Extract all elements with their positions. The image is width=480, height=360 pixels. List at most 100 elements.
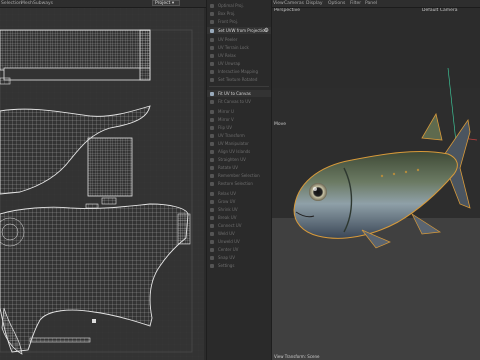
tool-label: Straighten UV [218,157,246,162]
flip-icon [210,125,214,130]
restore-icon [210,181,214,186]
tool-align-uv-islands[interactable]: Align UV Islands [207,148,271,155]
tool-mirror-u[interactable]: Mirror U [207,108,271,115]
fit-canvas-icon [210,99,214,104]
tool-rotate-uv[interactable]: Rotate UV [207,164,271,171]
transform-icon [210,133,214,138]
tool-uv-unwrap[interactable]: UV Unwrap [207,60,271,67]
tool-label: Relax UV [218,191,236,196]
tool-label: Center UV [218,247,239,252]
tool-center-uv[interactable]: Center UV [207,246,271,253]
box-icon [210,11,214,16]
settings-icon [210,263,214,268]
tool-interactive-mapping[interactable]: Interactive Mapping [207,68,271,75]
uv-island-rect [87,137,133,197]
tool-shrink-uv[interactable]: Shrink UV [207,206,271,213]
unweld-icon [210,239,214,244]
tool-box-projection[interactable]: Box Proj. [207,10,271,17]
tool-uv-peeler[interactable]: UV Peeler [207,36,271,43]
remember-icon [210,173,214,178]
projection-icon [210,3,214,8]
tool-uv-manipulator[interactable]: UV Manipulator [207,140,271,147]
tool-label: Remember Selection [218,173,260,178]
tool-flip-uv[interactable]: Flip UV [207,124,271,131]
menu-subways[interactable]: Subways [33,0,53,7]
tool-straighten-uv[interactable]: Straighten UV [207,156,271,163]
tool-connect-uv[interactable]: Connect UV [207,222,271,229]
tool-label: Snap UV [218,255,235,260]
relax-icon [210,53,214,58]
break-icon [210,215,214,220]
tool-fit-uv-to-canvas[interactable]: Fit UV to Canvas [207,90,271,97]
tool-settings[interactable]: Settings [207,262,271,269]
tool-uv-relax[interactable]: UV Relax [207,52,271,59]
tool-label: UV Unwrap [218,61,241,66]
menu-display[interactable]: Display [306,0,323,7]
grow-icon [210,199,214,204]
tool-uv-transform[interactable]: UV Transform [207,132,271,139]
tool-label: UV Peeler [218,37,238,42]
tool-snap-uv[interactable]: Snap UV [207,254,271,261]
tool-break-uv[interactable]: Break UV [207,214,271,221]
tool-remember-selection[interactable]: Remember Selection [207,172,271,179]
tool-optimal-projection[interactable]: Optimal Proj. [207,2,271,9]
uv-wireframe [0,8,204,360]
tool-label: Rotate UV [218,165,239,170]
tool-front-projection[interactable]: Front Proj. [207,18,271,25]
tool-label: Fit UV to Canvas [218,91,251,96]
connect-icon [210,223,214,228]
mirror-v-icon [210,117,214,122]
mirror-u-icon [210,109,214,114]
tool-label: Interactive Mapping [218,69,258,74]
tool-grow-uv[interactable]: Grow UV [207,198,271,205]
menu-mesh[interactable]: Mesh [21,0,33,7]
tool-fit-canvas-to-uv[interactable]: Fit Canvas to UV [207,98,271,105]
uv-mode-dropdown[interactable]: Project ▾ [152,0,180,6]
tool-label: Shrink UV [218,207,238,212]
tool-restore-selection[interactable]: Restore Selection [207,180,271,187]
uvw-icon [210,28,214,33]
tool-relax-uv[interactable]: Relax UV [207,190,271,197]
tool-label: Box Proj. [218,11,236,16]
uv-mode-value: Project [155,1,171,6]
align-icon [210,149,214,154]
menu-panel[interactable]: Panel [365,0,377,7]
relax-uv-icon [210,191,214,196]
menu-filter[interactable]: Filter [350,0,361,7]
manipulator-icon [210,141,214,146]
tool-label: Weld UV [218,231,235,236]
menu-view[interactable]: View [273,0,284,7]
tool-label: Break UV [218,215,237,220]
menu-options[interactable]: Options [328,0,345,7]
fish-model[interactable] [272,8,480,360]
uv-editor-viewport[interactable] [0,8,204,360]
3d-viewport[interactable]: Perspective Default Camera Move View Tra… [272,8,480,360]
weld-icon [210,231,214,236]
tool-weld-uv[interactable]: Weld UV [207,230,271,237]
tool-uv-terrain-lock[interactable]: UV Terrain Lock [207,44,271,51]
shrink-icon [210,207,214,212]
lock-icon [210,45,214,50]
snap-icon [210,255,214,260]
tool-label: UV Terrain Lock [218,45,249,50]
tool-label: UV Relax [218,53,236,58]
tool-set-uvw-from-projection[interactable]: Set UVW from Projection ⚙ [207,27,271,34]
tool-label: Unweld UV [218,239,240,244]
tool-label: Set Texture Rotated [218,77,258,82]
tool-label: UV Transform [218,133,245,138]
menu-cameras[interactable]: Cameras [284,0,304,7]
front-icon [210,19,214,24]
rotate-uv-icon [210,165,214,170]
tool-unweld-uv[interactable]: Unweld UV [207,238,271,245]
tool-label: Settings [218,263,235,268]
tool-label: Flip UV [218,125,232,130]
mapping-icon [210,69,214,74]
status-text: View Transform: Scene [274,354,320,359]
uv-island-top [0,29,151,85]
tool-set-texture-rotated[interactable]: Set Texture Rotated [207,76,271,83]
gear-icon[interactable]: ⚙ [264,27,269,34]
menu-selection[interactable]: Selection [1,0,22,7]
tool-label: Restore Selection [218,181,253,186]
tool-mirror-v[interactable]: Mirror V [207,116,271,123]
tool-label: Mirror U [218,109,234,114]
